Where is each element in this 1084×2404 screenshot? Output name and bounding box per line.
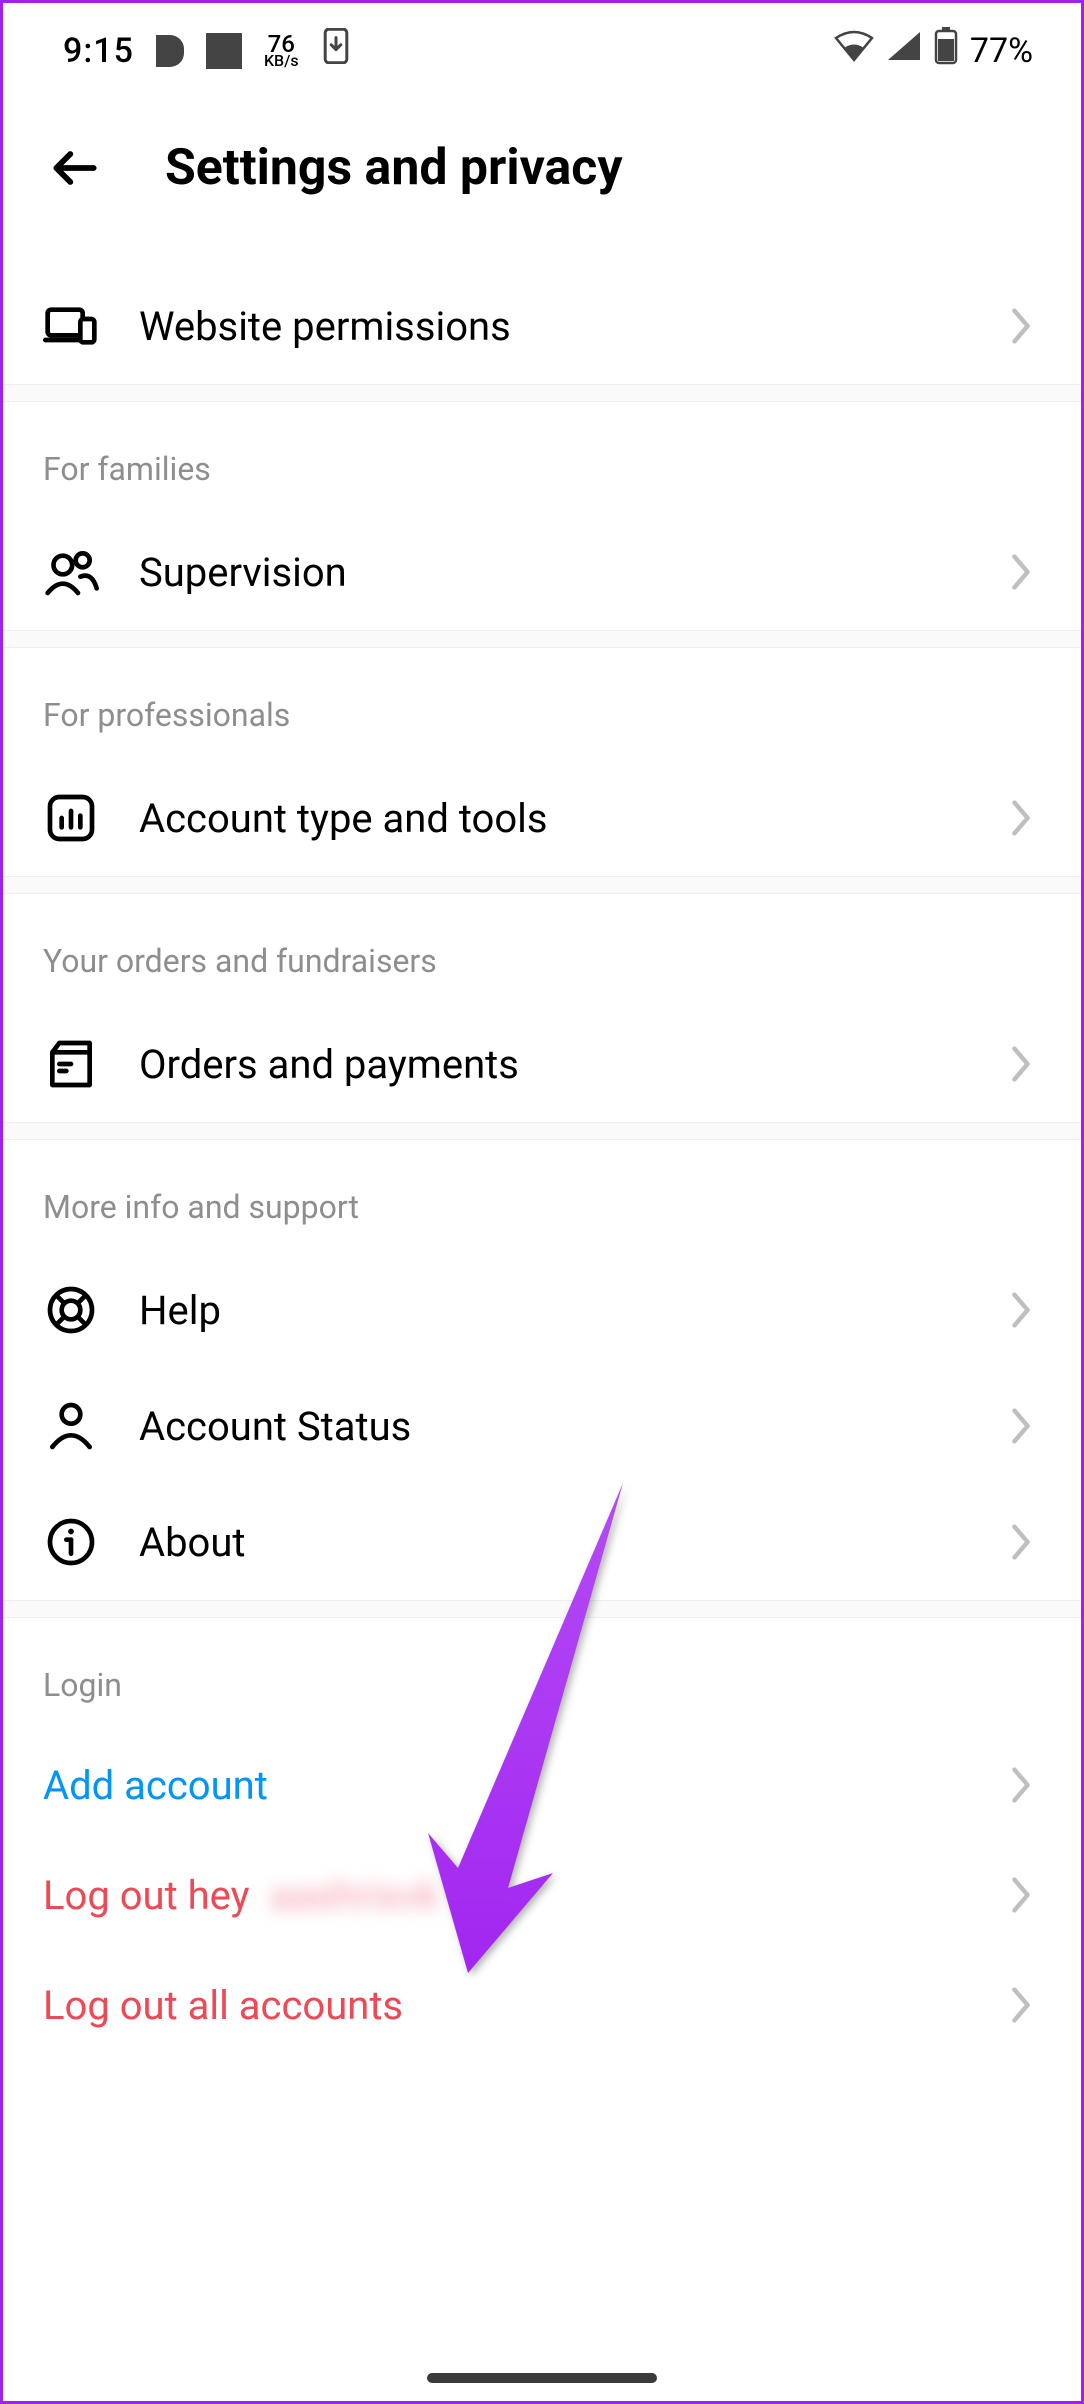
section-top: Website permissions (3, 268, 1081, 384)
divider (3, 1600, 1081, 1618)
logout-username-blurred: aashrisvk (269, 1872, 439, 1919)
divider (3, 876, 1081, 894)
chevron-right-icon (1001, 1404, 1041, 1448)
divider (3, 630, 1081, 648)
section-professionals: For professionals Account type and tools (3, 648, 1081, 876)
chevron-right-icon (1001, 1288, 1041, 1332)
row-label: Account type and tools (139, 795, 961, 842)
cellular-icon (886, 30, 922, 71)
row-add-account[interactable]: Add account (3, 1730, 1081, 1840)
chevron-right-icon (1001, 1042, 1041, 1086)
chevron-right-icon (1001, 1763, 1041, 1807)
row-about[interactable]: About (3, 1484, 1081, 1600)
info-icon (43, 1514, 99, 1570)
app-square-icon (206, 33, 242, 69)
row-label: Help (139, 1287, 961, 1334)
section-families: For families Supervision (3, 402, 1081, 630)
row-log-out-all[interactable]: Log out all accounts (3, 1950, 1081, 2060)
row-label: Orders and payments (139, 1041, 961, 1088)
row-label: Log out hey aashrisvk (43, 1872, 1001, 1919)
section-header-orders: Your orders and fundraisers (3, 894, 1081, 1006)
section-support: More info and support Help Account Statu… (3, 1140, 1081, 1600)
row-label: Log out all accounts (43, 1982, 1001, 2029)
notification-icon (156, 35, 184, 67)
network-speed-unit: KB/s (264, 54, 299, 68)
chart-box-icon (43, 790, 99, 846)
box-icon (43, 1036, 99, 1092)
download-icon (321, 28, 351, 73)
status-time: 9:15 (63, 31, 134, 71)
status-left: 9:15 76 KB/s (63, 28, 351, 73)
devices-icon (43, 298, 99, 354)
row-label: About (139, 1519, 961, 1566)
row-help[interactable]: Help (3, 1252, 1081, 1368)
wifi-icon (834, 30, 874, 71)
battery-percentage: 77% (970, 31, 1033, 71)
app-header: Settings and privacy (3, 98, 1081, 268)
chevron-right-icon (1001, 304, 1041, 348)
back-button[interactable] (45, 138, 105, 198)
row-account-status[interactable]: Account Status (3, 1368, 1081, 1484)
row-label: Supervision (139, 549, 961, 596)
section-login: Login Add account Log out hey aashrisvk … (3, 1618, 1081, 2060)
section-header-families: For families (3, 402, 1081, 514)
people-icon (43, 544, 99, 600)
row-log-out[interactable]: Log out hey aashrisvk (3, 1840, 1081, 1950)
lifebuoy-icon (43, 1282, 99, 1338)
chevron-right-icon (1001, 1983, 1041, 2027)
row-orders-payments[interactable]: Orders and payments (3, 1006, 1081, 1122)
network-speed-indicator: 76 KB/s (264, 34, 299, 68)
person-icon (43, 1398, 99, 1454)
chevron-right-icon (1001, 1873, 1041, 1917)
row-account-type-tools[interactable]: Account type and tools (3, 760, 1081, 876)
page-title: Settings and privacy (165, 139, 623, 197)
chevron-right-icon (1001, 550, 1041, 594)
divider (3, 384, 1081, 402)
logout-prefix: Log out hey (43, 1872, 250, 1919)
row-supervision[interactable]: Supervision (3, 514, 1081, 630)
row-website-permissions[interactable]: Website permissions (3, 268, 1081, 384)
battery-icon (934, 27, 958, 74)
row-label: Add account (43, 1762, 1001, 1809)
section-header-login: Login (3, 1618, 1081, 1730)
status-bar: 9:15 76 KB/s 77% (3, 3, 1081, 98)
chevron-right-icon (1001, 796, 1041, 840)
section-header-support: More info and support (3, 1140, 1081, 1252)
section-header-professionals: For professionals (3, 648, 1081, 760)
chevron-right-icon (1001, 1520, 1041, 1564)
status-right: 77% (834, 27, 1033, 74)
divider (3, 1122, 1081, 1140)
row-label: Account Status (139, 1403, 961, 1450)
row-label: Website permissions (139, 303, 961, 350)
home-indicator[interactable] (427, 2373, 657, 2383)
section-orders: Your orders and fundraisers Orders and p… (3, 894, 1081, 1122)
